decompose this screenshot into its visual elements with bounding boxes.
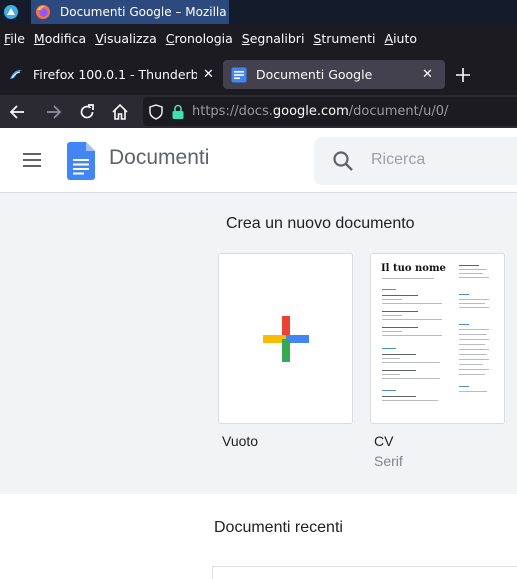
- menu-cronologia[interactable]: Cronologia: [166, 31, 233, 46]
- os-taskbar: Documenti Google – Mozilla Firefox: [0, 0, 517, 24]
- menu-aiuto[interactable]: Aiuto: [385, 31, 418, 46]
- menu-segnalibri[interactable]: Segnalibri: [242, 31, 305, 46]
- search-input[interactable]: Ricerca: [314, 137, 517, 185]
- thunderbird-icon: [10, 69, 22, 79]
- app-title[interactable]: Documenti: [109, 146, 209, 170]
- recent-document-card[interactable]: [212, 566, 517, 579]
- kde-app-icon[interactable]: [3, 4, 19, 20]
- menu-visualizza[interactable]: Visualizza: [95, 31, 157, 46]
- menu-modifica[interactable]: Modifica: [34, 31, 86, 46]
- arrow-left-icon[interactable]: [8, 102, 28, 122]
- template-blank-name[interactable]: Vuoto: [222, 433, 258, 449]
- home-icon[interactable]: [110, 102, 130, 122]
- menu-strumenti[interactable]: Strumenti: [313, 31, 375, 46]
- close-tab-icon[interactable]: ✕: [203, 67, 214, 82]
- firefox-menubar: File Modifica Visualizza Cronologia Segn…: [0, 24, 517, 53]
- template-gallery: Crea un nuovo documento Vuoto Il tuo nom…: [0, 193, 517, 494]
- recent-documents-title: Documenti recenti: [214, 519, 343, 536]
- tab-label: Documenti Google: [256, 67, 373, 82]
- close-tab-icon[interactable]: ✕: [422, 67, 433, 82]
- tab-label: Firefox 100.0.1 - Thunderbird: [33, 67, 197, 82]
- search-placeholder: Ricerca: [371, 151, 426, 168]
- docs-header: Documenti Ricerca: [0, 128, 517, 193]
- os-task-title: Documenti Google – Mozilla Firefox: [60, 5, 228, 19]
- address-bar[interactable]: https://docs.google.com/document/u/0/: [143, 97, 517, 126]
- google-plus-icon: [263, 316, 309, 362]
- firefox-icon: [36, 5, 50, 19]
- search-icon[interactable]: [332, 150, 354, 172]
- arrow-right-icon[interactable]: [43, 102, 63, 122]
- google-docs-icon: [231, 67, 247, 82]
- navigation-toolbar: https://docs.google.com/document/u/0/: [0, 95, 517, 128]
- os-task-firefox[interactable]: Documenti Google – Mozilla Firefox: [31, 0, 229, 24]
- tab-documenti-google[interactable]: Documenti Google ✕: [223, 60, 445, 89]
- gallery-title: Crea un nuovo documento: [226, 215, 415, 232]
- menu-file[interactable]: File: [4, 31, 25, 46]
- shield-icon[interactable]: [148, 104, 164, 120]
- template-blank-card[interactable]: [218, 253, 353, 424]
- reload-icon[interactable]: [77, 102, 97, 122]
- tab-thunderbird[interactable]: Firefox 100.0.1 - Thunderbird ✕: [0, 60, 218, 89]
- new-tab-plus-icon[interactable]: [454, 66, 472, 84]
- template-cv-card[interactable]: Il tuo nome: [370, 253, 505, 424]
- url-text[interactable]: https://docs.google.com/document/u/0/: [192, 104, 448, 119]
- template-cv-name[interactable]: CV: [374, 433, 393, 449]
- hamburger-icon[interactable]: [22, 152, 42, 168]
- template-cv-subtitle: Serif: [374, 453, 403, 469]
- google-docs-logo-icon[interactable]: [67, 142, 95, 180]
- cv-thumbnail-heading: Il tuo nome: [381, 263, 446, 274]
- lock-icon[interactable]: [171, 104, 185, 120]
- tab-strip: Firefox 100.0.1 - Thunderbird ✕ Document…: [0, 53, 517, 95]
